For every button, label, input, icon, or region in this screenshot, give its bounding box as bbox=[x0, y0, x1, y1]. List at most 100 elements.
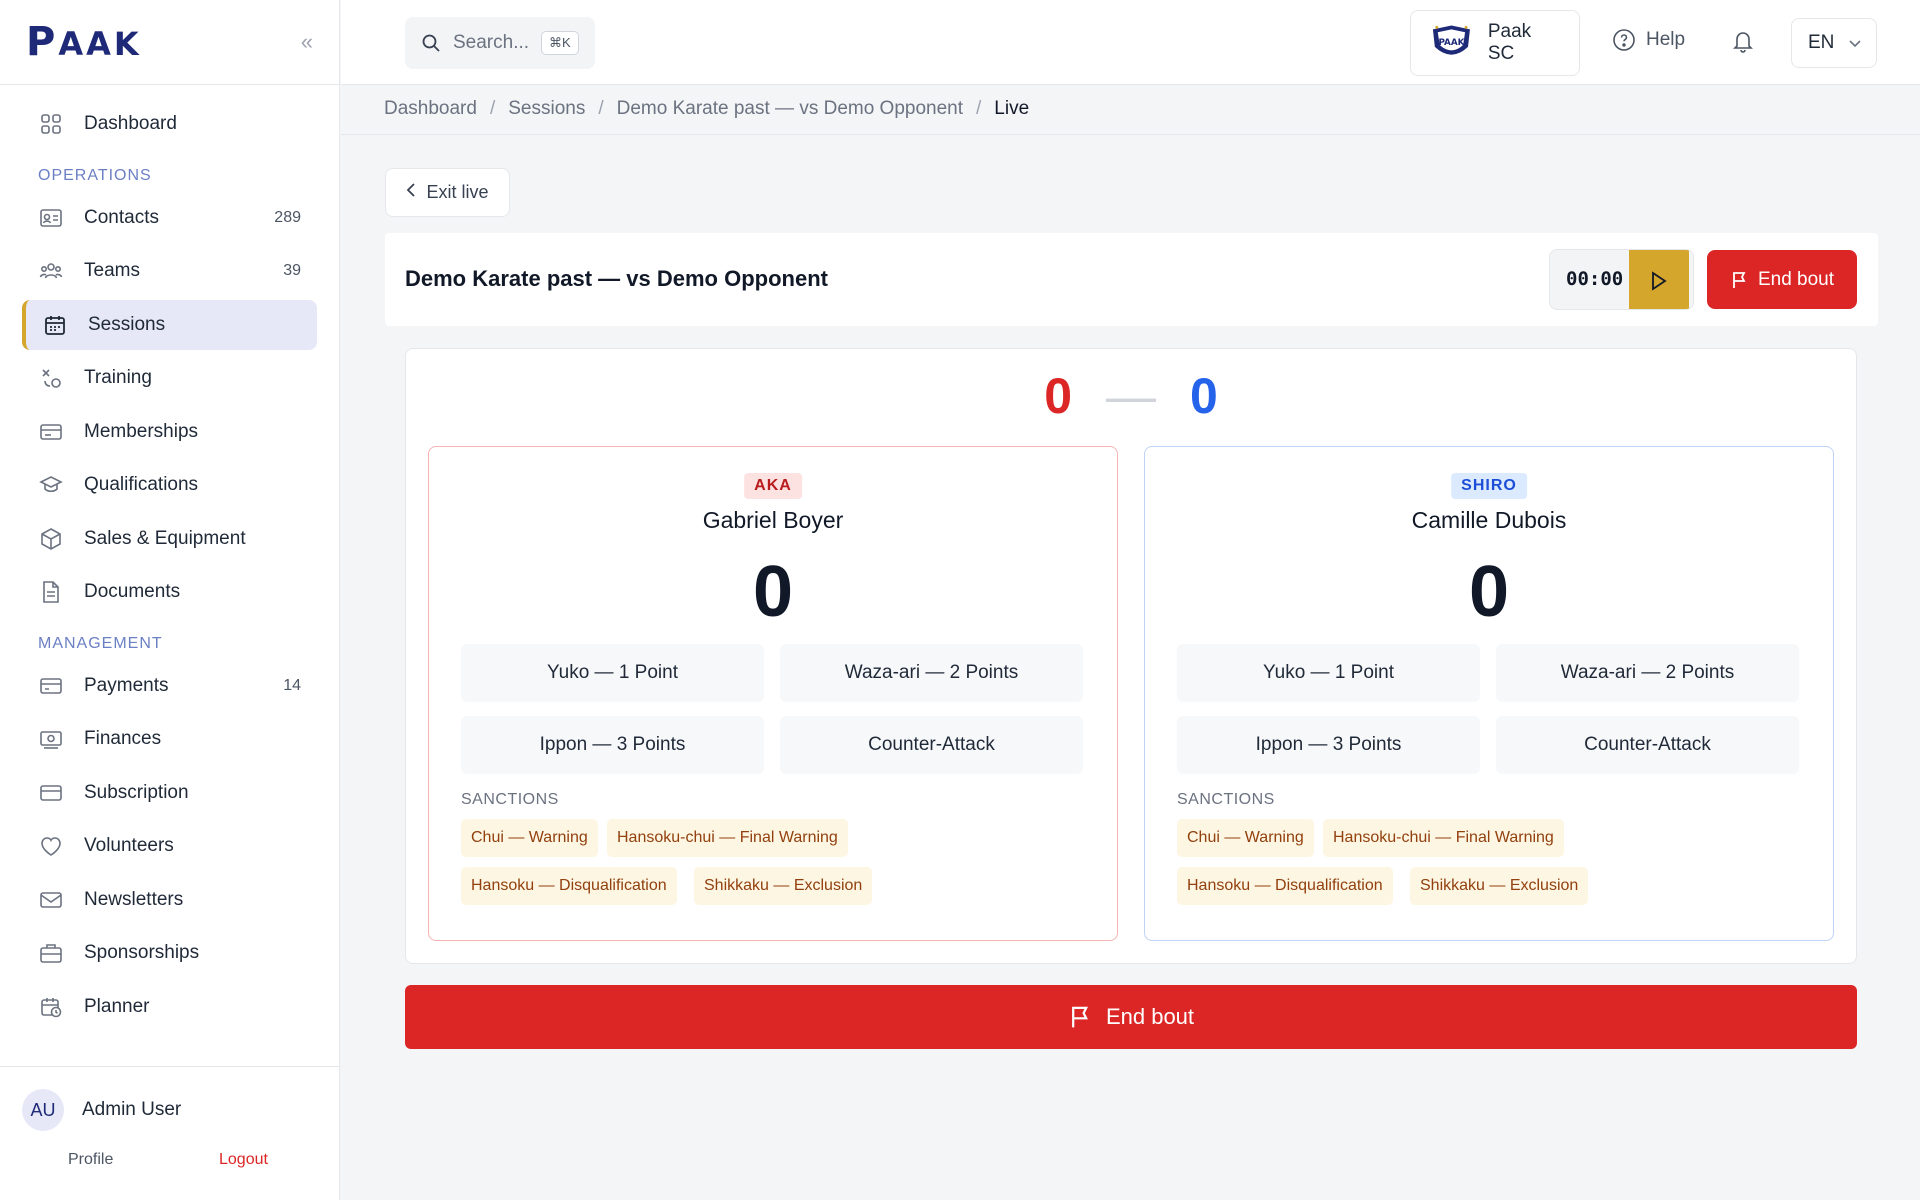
sidebar-item-label: Documents bbox=[84, 581, 181, 602]
breadcrumb-current: Live bbox=[994, 98, 1030, 119]
scoreboard: 0 — 0 AKA Gabriel Boyer 0 Yuko — 1 Point… bbox=[405, 348, 1857, 964]
calendar-icon bbox=[42, 312, 68, 338]
fighter-name: Gabriel Boyer bbox=[702, 507, 844, 533]
bout-header: Demo Karate past — vs Demo Opponent 00:0… bbox=[385, 233, 1878, 326]
sidebar-item-payments[interactable]: Payments 14 bbox=[22, 661, 317, 711]
fighter-score: 0 bbox=[1468, 552, 1510, 632]
sidebar-item-label: Planner bbox=[84, 995, 150, 1017]
sanction-hansoku-chui-button[interactable]: Hansoku-chui — Final Warning bbox=[1323, 819, 1564, 857]
sidebar-item-finances[interactable]: Finances bbox=[22, 714, 317, 764]
shiro-total-score: 0 bbox=[1190, 368, 1218, 424]
sidebar-item-sponsorships[interactable]: Sponsorships bbox=[22, 928, 317, 978]
fighter-name: Camille Dubois bbox=[1411, 507, 1567, 533]
search-placeholder: Search... bbox=[453, 32, 530, 53]
graduation-cap-icon bbox=[38, 472, 64, 498]
bell-icon[interactable] bbox=[1731, 28, 1755, 59]
corner-badge-aka: AKA bbox=[744, 473, 802, 499]
breadcrumb-separator: / bbox=[598, 98, 604, 119]
search-icon bbox=[422, 34, 440, 52]
search-input[interactable]: Search... ⌘K bbox=[405, 17, 595, 69]
club-name: Paak SC bbox=[1487, 21, 1532, 64]
sidebar-item-qualifications[interactable]: Qualifications bbox=[22, 460, 317, 510]
sanction-shikkaku-button[interactable]: Shikkaku — Exclusion bbox=[694, 867, 873, 905]
sidebar-item-label: Teams bbox=[84, 260, 140, 281]
bout-title: Demo Karate past — vs Demo Opponent bbox=[405, 266, 828, 291]
fighter-score: 0 bbox=[752, 552, 794, 632]
breadcrumb-sessions[interactable]: Sessions bbox=[508, 98, 585, 120]
waza-ari-button[interactable]: Waza-ari — 2 Points bbox=[780, 644, 1083, 702]
sidebar-item-label: Training bbox=[84, 367, 152, 388]
money-icon bbox=[38, 726, 64, 752]
sanctions-label: SANCTIONS bbox=[1177, 791, 1275, 808]
bout-timer: 00:00 bbox=[1549, 249, 1694, 310]
counter-attack-button[interactable]: Counter-Attack bbox=[1496, 716, 1799, 774]
sidebar-item-training[interactable]: Training bbox=[22, 353, 317, 403]
fighter-panel-shiro: SHIRO Camille Dubois 0 Yuko — 1 Point Wa… bbox=[1144, 446, 1834, 941]
profile-link[interactable]: Profile bbox=[68, 1151, 219, 1169]
ippon-button[interactable]: Ippon — 3 Points bbox=[461, 716, 764, 774]
sanction-chui-button[interactable]: Chui — Warning bbox=[461, 819, 598, 857]
ippon-button[interactable]: Ippon — 3 Points bbox=[1177, 716, 1480, 774]
sanction-shikkaku-button[interactable]: Shikkaku — Exclusion bbox=[1410, 867, 1589, 905]
sidebar-item-subscription[interactable]: Subscription bbox=[22, 768, 317, 818]
card-icon bbox=[38, 780, 64, 806]
sidebar-item-newsletters[interactable]: Newsletters bbox=[22, 875, 317, 925]
end-bout-button[interactable]: End bout bbox=[1707, 250, 1857, 309]
user-row[interactable]: AU Admin User bbox=[0, 1067, 339, 1131]
fighter-panel-aka: AKA Gabriel Boyer 0 Yuko — 1 Point Waza-… bbox=[428, 446, 1118, 941]
exit-live-button[interactable]: Exit live bbox=[385, 168, 510, 217]
breadcrumb-separator: / bbox=[489, 98, 496, 119]
language-value: EN bbox=[1808, 32, 1835, 53]
play-button[interactable] bbox=[1629, 250, 1689, 309]
sidebar-item-label: Finances bbox=[84, 728, 162, 749]
play-icon bbox=[1652, 270, 1667, 291]
sidebar-item-planner[interactable]: Planner bbox=[22, 982, 317, 1032]
yuko-button[interactable]: Yuko — 1 Point bbox=[461, 644, 764, 702]
sidebar-item-contacts[interactable]: Contacts 289 bbox=[22, 193, 317, 243]
sanction-hansoku-chui-button[interactable]: Hansoku-chui — Final Warning bbox=[607, 819, 848, 857]
mail-icon bbox=[38, 887, 64, 913]
team-icon bbox=[38, 258, 64, 284]
waza-ari-button[interactable]: Waza-ari — 2 Points bbox=[1496, 644, 1799, 702]
avatar[interactable]: AU bbox=[22, 1089, 64, 1131]
logo-letter: P bbox=[26, 19, 59, 65]
sanction-hansoku-button[interactable]: Hansoku — Disqualification bbox=[1177, 867, 1393, 905]
breadcrumb-dashboard[interactable]: Dashboard bbox=[384, 98, 477, 120]
help-label: Help bbox=[1646, 29, 1686, 50]
double-chevron-left-icon[interactable]: « bbox=[301, 29, 313, 55]
sidebar-item-teams[interactable]: Teams 39 bbox=[22, 246, 317, 296]
app-logo[interactable]: PAAK bbox=[26, 19, 142, 65]
sidebar-item-label: Payments bbox=[84, 674, 169, 696]
sidebar-item-sales-equipment[interactable]: Sales & Equipment bbox=[22, 514, 317, 564]
end-bout-button-large[interactable]: End bout bbox=[405, 985, 1857, 1049]
exit-live-label: Exit live bbox=[426, 182, 489, 202]
sidebar-item-label: Sales & Equipment bbox=[84, 527, 246, 549]
sidebar-item-label: Memberships bbox=[84, 420, 199, 442]
sanction-chui-button[interactable]: Chui — Warning bbox=[1177, 819, 1314, 857]
sidebar-item-memberships[interactable]: Memberships bbox=[22, 407, 317, 457]
chevron-left-icon bbox=[406, 182, 416, 203]
yuko-button[interactable]: Yuko — 1 Point bbox=[1177, 644, 1480, 702]
sidebar-item-volunteers[interactable]: Volunteers bbox=[22, 821, 317, 871]
club-switcher[interactable]: PAAK Paak SC bbox=[1410, 10, 1580, 76]
logout-link[interactable]: Logout bbox=[219, 1151, 268, 1169]
grid-icon bbox=[38, 111, 64, 137]
user-links: Profile Logout bbox=[0, 1131, 339, 1169]
corner-badge-shiro: SHIRO bbox=[1451, 473, 1527, 499]
top-bar: Search... ⌘K PAAK Paak SC Help EN bbox=[341, 0, 1920, 85]
sidebar-item-sessions[interactable]: Sessions bbox=[22, 299, 317, 350]
sidebar-item-label: Sponsorships bbox=[84, 942, 200, 963]
help-button[interactable]: Help bbox=[1612, 28, 1685, 52]
sanction-hansoku-button[interactable]: Hansoku — Disqualification bbox=[461, 867, 677, 905]
flag-icon bbox=[1733, 271, 1746, 288]
counter-attack-button[interactable]: Counter-Attack bbox=[780, 716, 1083, 774]
flag-icon bbox=[1072, 1006, 1088, 1028]
logo-row: PAAK « bbox=[0, 0, 339, 85]
sidebar-item-documents[interactable]: Documents bbox=[22, 567, 317, 617]
breadcrumb-session[interactable]: Demo Karate past — vs Demo Opponent bbox=[617, 98, 963, 120]
nav-section-operations: OPERATIONS bbox=[38, 166, 152, 184]
training-icon bbox=[38, 365, 64, 391]
sidebar-item-dashboard[interactable]: Dashboard bbox=[22, 99, 317, 149]
nav-section-management: MANAGEMENT bbox=[38, 634, 163, 652]
language-select[interactable]: EN bbox=[1791, 18, 1877, 68]
